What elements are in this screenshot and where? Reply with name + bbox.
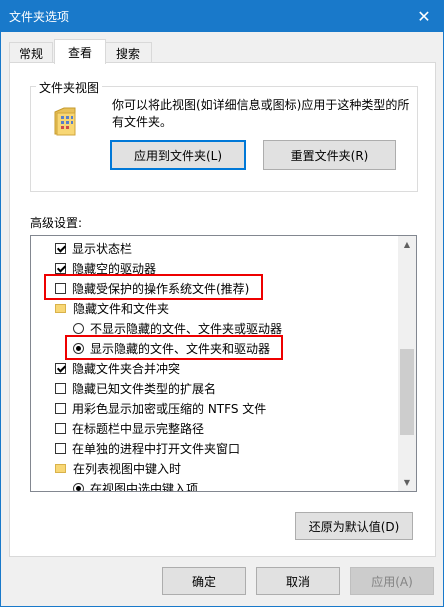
checkbox-hide-folder-merge-conflicts[interactable] — [55, 362, 66, 374]
folder-views-group-label: 文件夹视图 — [36, 79, 103, 96]
title-bar[interactable]: 文件夹选项 ✕ — [0, 0, 444, 32]
reset-folders-label: 重置文件夹(R) — [290, 148, 369, 163]
cancel-label: 取消 — [285, 574, 310, 589]
option-label: 隐藏文件夹合并冲突 — [72, 361, 181, 376]
option-label: 在标题栏中显示完整路径 — [72, 421, 205, 436]
tab-search-label: 搜索 — [115, 46, 140, 61]
cancel-button[interactable]: 取消 — [256, 567, 340, 595]
ok-button[interactable]: 确定 — [162, 567, 246, 595]
checkbox-full-path-title[interactable] — [55, 422, 66, 434]
reset-folders-button[interactable]: 重置文件夹(R) — [263, 140, 396, 170]
option-dont-show-hidden[interactable]: 不显示隐藏的文件、文件夹或驱动器 — [31, 318, 398, 338]
checkbox-hide-known-extensions[interactable] — [55, 382, 66, 394]
scroll-thumb[interactable] — [400, 349, 414, 435]
option-label: 用彩色显示加密或压缩的 NTFS 文件 — [72, 401, 267, 416]
restore-defaults-button[interactable]: 还原为默认值(D) — [295, 512, 413, 540]
advanced-settings-list[interactable]: 显示状态栏 隐藏空的驱动器 隐藏受保护的操作系统文件(推荐) 隐藏文件和文件夹 … — [30, 235, 417, 492]
group-typing-in-list-view: 在列表视图中键入时 — [31, 458, 398, 478]
tab-view[interactable]: 查看 — [54, 39, 106, 64]
folder-views-description: 你可以将此视图(如详细信息或图标)应用于这种类型的所有文件夹。 — [112, 98, 410, 129]
tab-general-label: 常规 — [18, 46, 43, 61]
option-show-hidden[interactable]: 显示隐藏的文件、文件夹和驱动器 — [31, 338, 398, 358]
option-full-path-title[interactable]: 在标题栏中显示完整路径 — [31, 418, 398, 438]
advanced-settings-label: 高级设置: — [30, 216, 83, 230]
option-label: 隐藏空的驱动器 — [72, 261, 157, 276]
option-label: 在单独的进程中打开文件夹窗口 — [72, 441, 241, 456]
apply-label: 应用(A) — [371, 574, 413, 589]
tab-view-label: 查看 — [67, 45, 92, 60]
option-color-ntfs[interactable]: 用彩色显示加密或压缩的 NTFS 文件 — [31, 398, 398, 418]
folder-icon — [55, 303, 66, 313]
group-hidden-files-folders: 隐藏文件和文件夹 — [31, 298, 398, 318]
option-select-typed-item[interactable]: 在视图中选中键入项 — [31, 478, 398, 491]
option-label: 隐藏已知文件类型的扩展名 — [72, 381, 217, 396]
radio-select-typed-item[interactable] — [73, 482, 84, 491]
option-label: 显示隐藏的文件、文件夹和驱动器 — [90, 341, 271, 356]
folder-icon — [55, 463, 66, 473]
option-show-status-bar[interactable]: 显示状态栏 — [31, 238, 398, 258]
tab-general[interactable]: 常规 — [9, 42, 53, 63]
radio-dont-show-hidden[interactable] — [73, 322, 84, 334]
apply-to-folders-button[interactable]: 应用到文件夹(L) — [110, 140, 246, 170]
tab-search[interactable]: 搜索 — [104, 42, 152, 63]
close-icon[interactable]: ✕ — [404, 0, 444, 32]
option-label: 隐藏受保护的操作系统文件(推荐) — [72, 281, 250, 296]
advanced-settings-items: 显示状态栏 隐藏空的驱动器 隐藏受保护的操作系统文件(推荐) 隐藏文件和文件夹 … — [31, 236, 398, 491]
restore-defaults-label: 还原为默认值(D) — [308, 519, 400, 534]
option-hide-empty-drives[interactable]: 隐藏空的驱动器 — [31, 258, 398, 278]
scroll-up-icon[interactable]: ▲ — [398, 236, 416, 253]
apply-to-folders-label: 应用到文件夹(L) — [133, 148, 223, 163]
option-label: 显示状态栏 — [72, 241, 133, 256]
radio-show-hidden[interactable] — [73, 342, 84, 354]
checkbox-show-status-bar[interactable] — [55, 242, 66, 254]
checkbox-color-ntfs[interactable] — [55, 402, 66, 414]
checkbox-separate-process[interactable] — [55, 442, 66, 454]
folder-views-icon — [54, 107, 76, 136]
checkbox-hide-empty-drives[interactable] — [55, 262, 66, 274]
option-separate-process[interactable]: 在单独的进程中打开文件夹窗口 — [31, 438, 398, 458]
apply-button[interactable]: 应用(A) — [350, 567, 434, 595]
window-title: 文件夹选项 — [9, 10, 70, 24]
option-label: 在列表视图中键入时 — [73, 461, 182, 476]
option-label: 不显示隐藏的文件、文件夹或驱动器 — [90, 321, 283, 336]
option-hide-known-extensions[interactable]: 隐藏已知文件类型的扩展名 — [31, 378, 398, 398]
ok-label: 确定 — [191, 574, 216, 589]
option-label: 在视图中选中键入项 — [90, 481, 199, 492]
option-label: 隐藏文件和文件夹 — [73, 301, 170, 316]
option-hide-protected-os-files[interactable]: 隐藏受保护的操作系统文件(推荐) — [31, 278, 398, 298]
option-hide-folder-merge-conflicts[interactable]: 隐藏文件夹合并冲突 — [31, 358, 398, 378]
scroll-down-icon[interactable]: ▼ — [398, 474, 416, 491]
advanced-list-scrollbar[interactable]: ▲ ▼ — [398, 236, 416, 491]
checkbox-hide-protected-os-files[interactable] — [55, 282, 66, 294]
